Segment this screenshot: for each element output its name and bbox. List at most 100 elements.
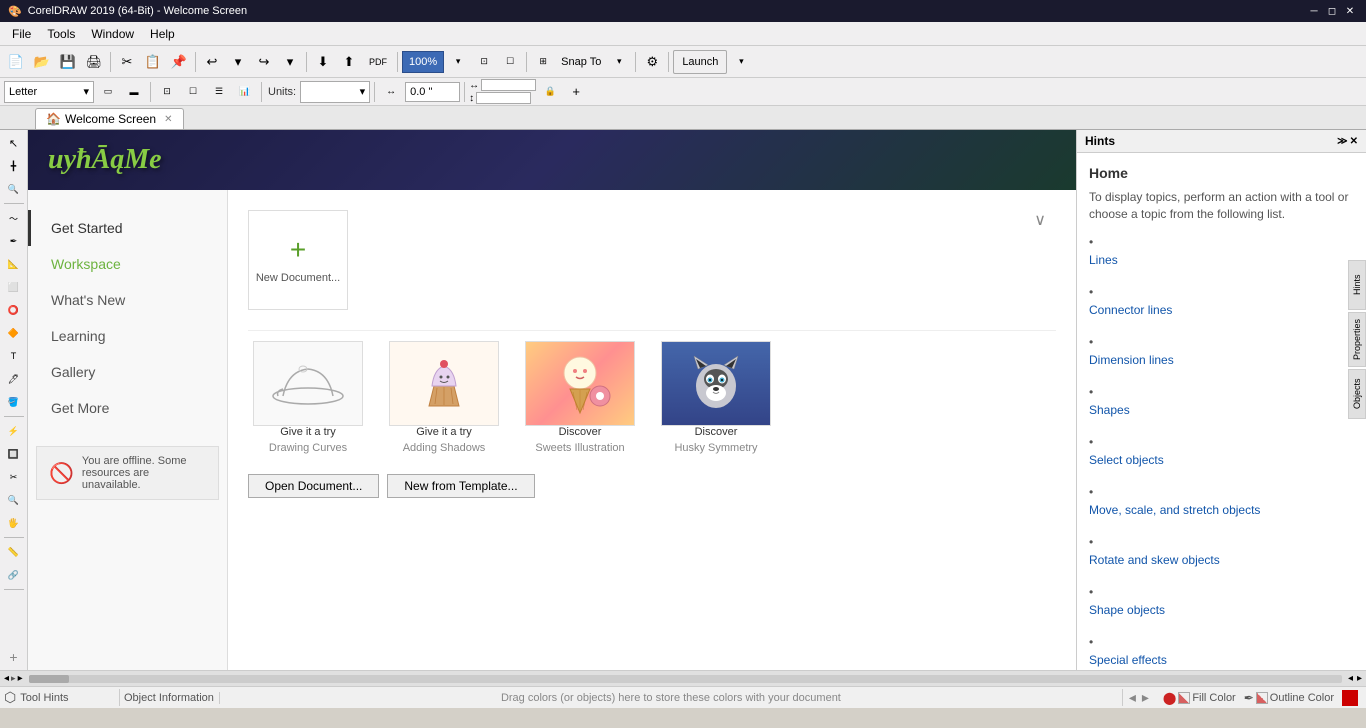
hint-link-lines[interactable]: Lines [1089,253,1354,267]
minimize-button[interactable]: ─ [1306,3,1322,19]
new-button[interactable]: 📄 [4,50,28,74]
tb2-btn2[interactable]: ☐ [181,80,205,104]
print-button[interactable]: 🖨 [82,50,106,74]
lock-ratio-button[interactable]: 🔒 [538,80,562,104]
lt-tool-6[interactable]: 📐 [3,253,25,275]
thumb-adding-shadows[interactable]: Give it a try Adding Shadows [384,341,504,454]
new-document-card[interactable]: + New Document... [248,210,348,310]
settings-button[interactable]: ⚙ [640,50,664,74]
tab-close-icon[interactable]: ✕ [164,114,172,125]
lt-tool-12[interactable]: 🪣 [3,391,25,413]
paper-size-dropdown[interactable]: Letter ▾ [4,81,94,103]
lt-tool-7[interactable]: ⬜ [3,276,25,298]
units-dropdown[interactable]: ▾ [300,81,370,103]
lt-tool-18[interactable]: 📏 [3,541,25,563]
import-button[interactable]: ⬇ [311,50,335,74]
zoom-fit[interactable]: ⊡ [472,50,496,74]
fill-color-box[interactable] [1178,692,1190,704]
lt-tool-11[interactable]: 🖊 [3,368,25,390]
lt-tool-9[interactable]: 🔶 [3,322,25,344]
hints-close-icon[interactable]: ✕ [1350,136,1358,147]
undo-button[interactable]: ↩ [200,50,224,74]
lt-tool-4[interactable]: 〜 [3,207,25,229]
hint-link-shapes[interactable]: Shapes [1089,403,1354,417]
paste-button[interactable]: 📌 [167,50,191,74]
launch-dropdown[interactable]: ▾ [729,50,753,74]
lt-tool-3[interactable]: 🔍 [3,178,25,200]
x-coord-input[interactable] [405,82,460,102]
hint-link-rotate[interactable]: Rotate and skew objects [1089,553,1354,567]
outline-color-box[interactable] [1256,692,1268,704]
portrait-button[interactable]: ▭ [96,80,120,104]
export-button[interactable]: ⬆ [337,50,361,74]
width-input[interactable] [481,79,536,91]
menu-help[interactable]: Help [142,25,183,43]
objects-tab[interactable]: Objects [1348,369,1366,419]
restore-button[interactable]: ◻ [1324,3,1340,19]
thumb-husky[interactable]: Discover Husky Symmetry [656,341,776,454]
nav-arrow-left[interactable]: ◂ [1127,689,1138,706]
scrollbar-thumb[interactable] [29,675,69,683]
save-button[interactable]: 💾 [56,50,80,74]
lt-tool-16[interactable]: 🔍 [3,489,25,511]
snap-button[interactable]: ⊞ [531,50,555,74]
lt-tool-13[interactable]: ⚡ [3,420,25,442]
menu-file[interactable]: File [4,25,39,43]
nav-gallery[interactable]: Gallery [28,354,227,390]
lt-tool-8[interactable]: ⭕ [3,299,25,321]
tb2-btn3[interactable]: ☰ [207,80,231,104]
landscape-button[interactable]: ▬ [122,80,146,104]
zoom-dropdown[interactable]: ▾ [446,50,470,74]
hint-link-select[interactable]: Select objects [1089,453,1354,467]
lt-tool-5[interactable]: ✒ [3,230,25,252]
lt-add-tool[interactable]: + [3,646,25,668]
hints-tab[interactable]: Hints [1348,260,1366,310]
thumb-sweets[interactable]: Discover Sweets Illustration [520,341,640,454]
zoom-page[interactable]: ☐ [498,50,522,74]
properties-tab[interactable]: Properties [1348,312,1366,367]
welcome-tab[interactable]: 🏠 Welcome Screen ✕ [35,108,184,129]
lt-tool-10[interactable]: T [3,345,25,367]
nav-arrow-right[interactable]: ▸ [1140,689,1151,706]
hint-link-shape-objects[interactable]: Shape objects [1089,603,1354,617]
copy-button[interactable]: 📋 [141,50,165,74]
select-tool[interactable]: ↖ [3,132,25,154]
nav-workspace[interactable]: Workspace [28,246,227,282]
cut-button[interactable]: ✂ [115,50,139,74]
open-document-button[interactable]: Open Document... [248,474,379,498]
nav-next[interactable]: ▸ [1357,673,1362,684]
thumb-drawing-curves[interactable]: Give it a try Drawing Curves [248,341,368,454]
menu-tools[interactable]: Tools [39,25,83,43]
pdf-button[interactable]: PDF [363,50,393,74]
add-page-button[interactable]: + [564,80,588,104]
scroll-left[interactable]: ◂ [4,673,9,684]
nav-prev[interactable]: ◂ [1348,673,1353,684]
color-square[interactable] [1342,690,1358,706]
tb2-btn1[interactable]: ⊡ [155,80,179,104]
hint-link-dimension[interactable]: Dimension lines [1089,353,1354,367]
lt-tool-17[interactable]: 🖐 [3,512,25,534]
hint-link-special[interactable]: Special effects [1089,653,1354,667]
height-input[interactable] [476,92,531,104]
nav-get-more[interactable]: Get More [28,390,227,426]
open-button[interactable]: 📂 [30,50,54,74]
zoom-level[interactable]: 100% [402,51,444,73]
menu-window[interactable]: Window [83,25,142,43]
undo-dropdown[interactable]: ▾ [226,50,250,74]
launch-button[interactable]: Launch [673,50,727,74]
redo-dropdown[interactable]: ▾ [278,50,302,74]
hints-expand-icon[interactable]: ≫ [1337,136,1347,147]
redo-button[interactable]: ↪ [252,50,276,74]
expand-arrow[interactable]: ∨ [1034,210,1046,230]
lt-tool-14[interactable]: 🔲 [3,443,25,465]
close-button[interactable]: ✕ [1342,3,1358,19]
hint-link-connector[interactable]: Connector lines [1089,303,1354,317]
scrollbar-track[interactable] [29,675,1342,683]
scroll-right[interactable]: ▸ [18,673,23,684]
nav-whats-new[interactable]: What's New [28,282,227,318]
tb2-btn4[interactable]: 📊 [233,80,257,104]
lt-tool-19[interactable]: 🔗 [3,564,25,586]
snap-dropdown[interactable]: ▾ [607,50,631,74]
lt-tool-2[interactable]: ╋ [3,155,25,177]
new-from-template-button[interactable]: New from Template... [387,474,534,498]
